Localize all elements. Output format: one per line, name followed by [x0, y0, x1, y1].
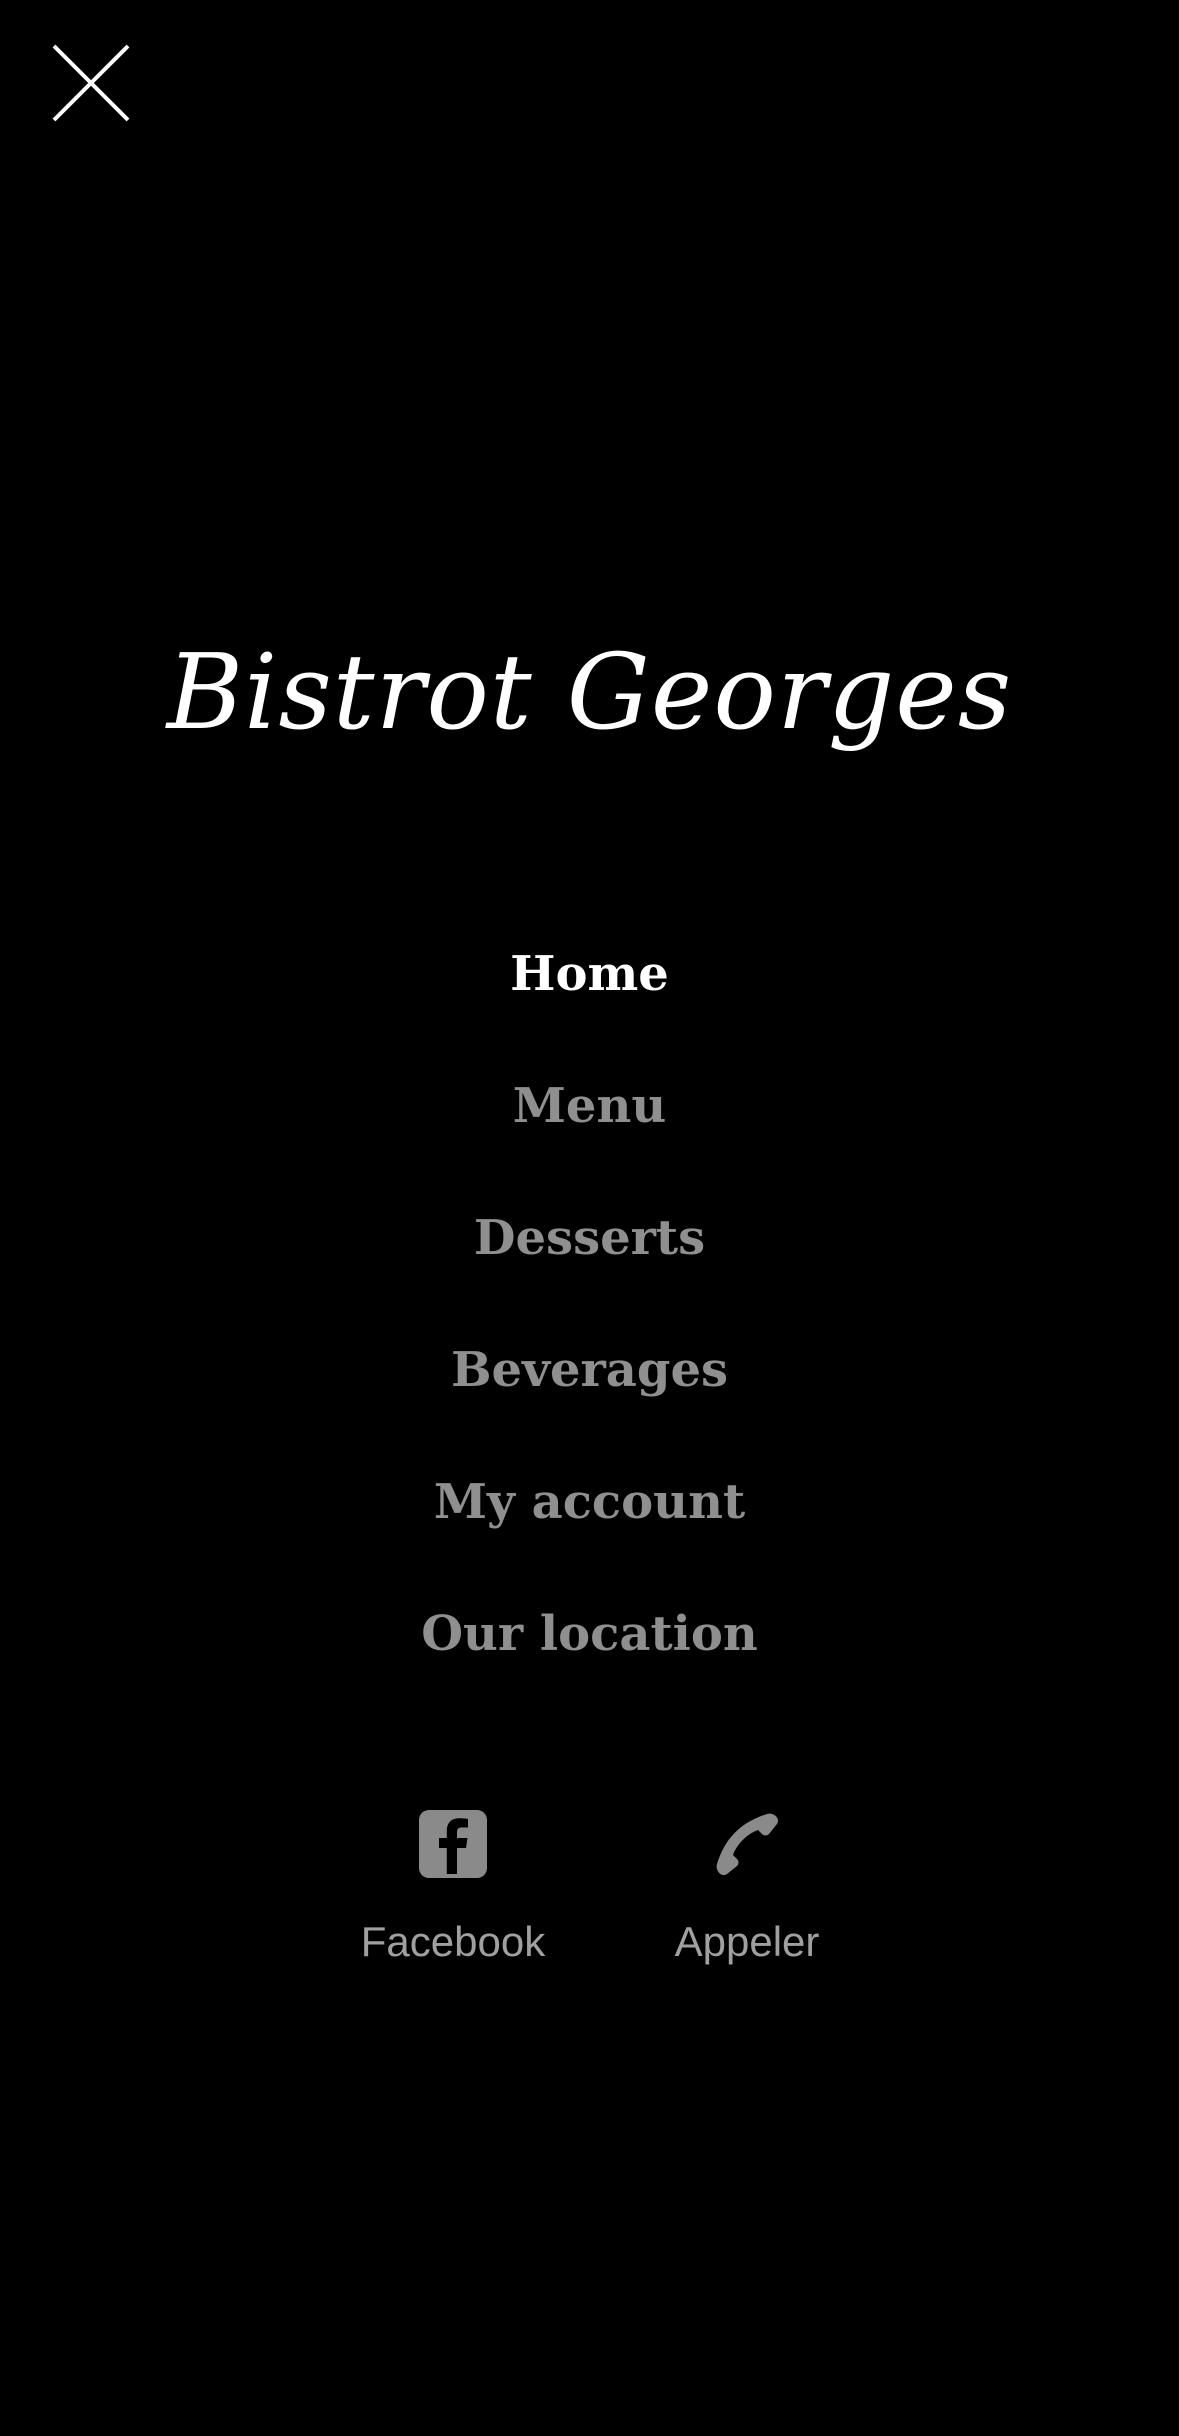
call-button[interactable]: Appeler	[627, 1800, 867, 1966]
close-icon	[52, 44, 130, 122]
phone-icon	[716, 1813, 779, 1876]
facebook-label: Facebook	[360, 1918, 546, 1965]
contact-actions: Facebook Appeler	[0, 1800, 1179, 1980]
facebook-icon	[419, 1810, 487, 1878]
nav-item-desserts[interactable]: Desserts	[0, 1172, 1179, 1304]
brand-logo: Bistrot Georges	[166, 631, 1013, 753]
nav-item-menu[interactable]: Menu	[0, 1040, 1179, 1172]
call-label: Appeler	[674, 1918, 820, 1965]
nav-item-our-location[interactable]: Our location	[0, 1568, 1179, 1700]
main-nav: Home Menu Desserts Beverages My account …	[0, 908, 1179, 1700]
facebook-button[interactable]: Facebook	[333, 1800, 573, 1966]
close-button[interactable]	[48, 40, 134, 126]
nav-item-home[interactable]: Home	[0, 908, 1179, 1040]
nav-item-beverages[interactable]: Beverages	[0, 1304, 1179, 1436]
nav-item-my-account[interactable]: My account	[0, 1436, 1179, 1568]
